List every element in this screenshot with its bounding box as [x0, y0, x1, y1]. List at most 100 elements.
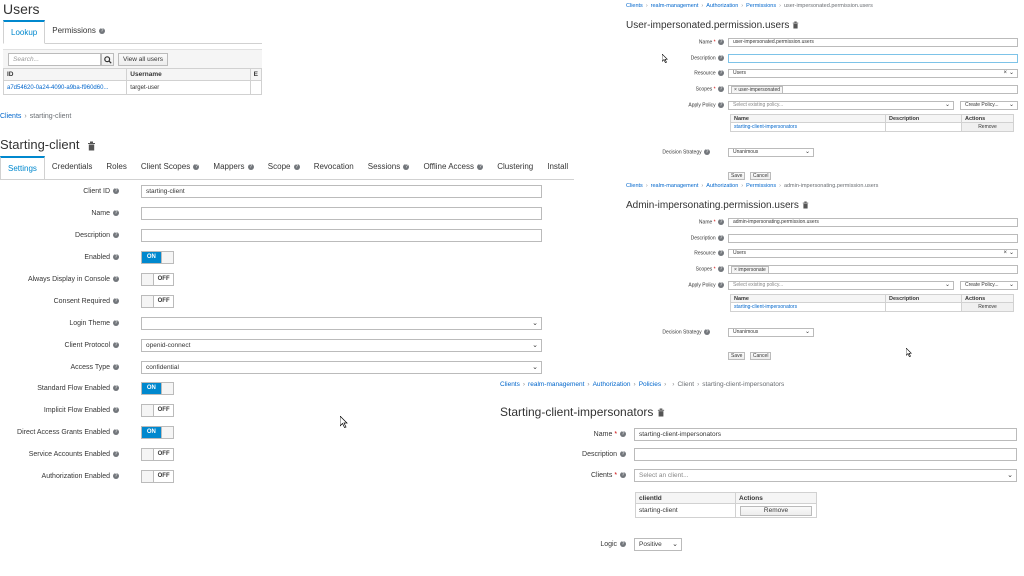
clear-icon[interactable]: ×	[1003, 70, 1007, 77]
tab-client-scopes[interactable]: Client Scopes ?	[134, 156, 207, 179]
trash-icon[interactable]	[802, 201, 809, 209]
remove-button[interactable]: Remove	[740, 505, 812, 516]
breadcrumb-authorization[interactable]: Authorization	[593, 381, 631, 388]
remove-button[interactable]: Remove	[978, 304, 997, 310]
tab-revocation[interactable]: Revocation	[307, 156, 361, 179]
label-text: Authorization Enabled	[41, 473, 111, 480]
trash-icon[interactable]	[87, 141, 96, 151]
authorization-toggle[interactable]: OFF	[141, 470, 174, 483]
breadcrumb-realm-management[interactable]: realm-management	[528, 381, 584, 388]
tab-install[interactable]: Install	[540, 156, 574, 179]
description-input[interactable]	[728, 234, 1018, 243]
name-input[interactable]	[141, 207, 542, 220]
save-button[interactable]: Save	[728, 352, 746, 360]
tab-permissions[interactable]: Permissions ?	[45, 20, 112, 43]
breadcrumb-policies[interactable]: Policies	[639, 381, 661, 388]
label-text: Always Display in Console	[27, 276, 111, 283]
trash-icon[interactable]	[792, 21, 799, 29]
remove-button[interactable]: Remove	[978, 124, 997, 130]
label-text: Standard Flow Enabled	[37, 385, 111, 392]
permission-title: User-impersonated.permission.users	[626, 20, 799, 31]
service-accounts-toggle[interactable]: OFF	[141, 448, 174, 461]
breadcrumb-authorization[interactable]: Authorization	[706, 3, 738, 9]
label-text: Implicit Flow Enabled	[43, 407, 111, 414]
create-policy-select[interactable]: Create Policy... ⌄	[960, 281, 1018, 290]
description-input[interactable]	[141, 229, 542, 242]
tab-scope[interactable]: Scope ?	[261, 156, 307, 179]
label-text: Decision Strategy	[662, 149, 702, 156]
field-label: Description ?	[0, 232, 127, 239]
policy-link[interactable]: starting-client-impersonators	[730, 302, 886, 312]
client-id-input[interactable]: starting-client	[141, 185, 542, 198]
policy-select[interactable]: Select existing policy... ⌄	[728, 281, 954, 290]
name-input[interactable]: starting-client-impersonators	[634, 428, 1017, 441]
cancel-button[interactable]: Cancel	[749, 352, 772, 360]
tab-mappers[interactable]: Mappers ?	[206, 156, 260, 179]
tab-roles[interactable]: Roles	[99, 156, 133, 179]
scopes-input[interactable]: × impersonate	[728, 265, 1018, 274]
tab-sessions[interactable]: Sessions ?	[361, 156, 417, 179]
tab-lookup[interactable]: Lookup	[3, 20, 46, 44]
create-policy-select[interactable]: Create Policy... ⌄	[960, 101, 1018, 110]
toggle-off-label: OFF	[157, 298, 170, 304]
tab-offline-access[interactable]: Offline Access ?	[416, 156, 490, 179]
trash-icon[interactable]	[657, 408, 665, 417]
breadcrumb-clients[interactable]: Clients	[626, 183, 643, 189]
clients-select[interactable]: Select an client... ⌄	[634, 469, 1017, 482]
always-display-toggle[interactable]: OFF	[141, 273, 174, 286]
label-text: Consent Required	[53, 298, 111, 305]
name-input[interactable]: user-impersonated.permission.users	[728, 38, 1018, 47]
breadcrumb-permissions[interactable]: Permissions	[746, 3, 776, 9]
breadcrumb-realm-management[interactable]: realm-management	[651, 183, 699, 189]
breadcrumb-permissions[interactable]: Permissions	[746, 183, 776, 189]
tab-settings[interactable]: Settings	[0, 156, 45, 179]
policy-link[interactable]: starting-client-impersonators	[730, 122, 886, 132]
name-input[interactable]: admin-impersonating.permission.users	[728, 218, 1018, 227]
save-button[interactable]: Save	[728, 172, 746, 180]
consent-required-toggle[interactable]: OFF	[141, 295, 174, 308]
tab-credentials[interactable]: Credentials	[45, 156, 99, 179]
toggle-on-label: ON	[142, 252, 161, 263]
column-header: Description	[885, 114, 962, 123]
scope-chip[interactable]: × impersonate	[731, 266, 769, 273]
field-label: Scopes * ?	[695, 86, 724, 93]
direct-access-toggle[interactable]: ON	[141, 426, 174, 439]
scopes-input[interactable]: × user-impersonated	[728, 85, 1018, 94]
access-type-select[interactable]: confidential ⌄	[141, 361, 542, 374]
search-button[interactable]	[101, 53, 114, 66]
cancel-button[interactable]: Cancel	[749, 172, 772, 180]
client-protocol-select[interactable]: openid-connect ⌄	[141, 339, 542, 352]
label-text: Access Type	[70, 364, 111, 371]
description-input[interactable]	[634, 448, 1017, 461]
chevron-down-icon: ⌄	[1008, 282, 1014, 288]
toggle-off-label: OFF	[157, 276, 170, 282]
view-all-users-button[interactable]: View all users	[118, 53, 168, 66]
breadcrumb-clients[interactable]: Clients	[0, 113, 21, 120]
standard-flow-toggle[interactable]: ON	[141, 382, 174, 395]
mouse-cursor-icon	[340, 416, 348, 428]
search-input[interactable]: Search...	[8, 53, 101, 66]
help-icon: ?	[113, 232, 119, 239]
decision-strategy-select[interactable]: Unanimous ⌄	[728, 148, 814, 157]
login-theme-select[interactable]: ⌄	[141, 317, 542, 330]
policy-select[interactable]: Select existing policy... ⌄	[728, 101, 954, 110]
description-input[interactable]	[728, 54, 1018, 63]
resource-select[interactable]: Users × ⌄	[728, 69, 1018, 78]
breadcrumb-clients[interactable]: Clients	[500, 381, 520, 388]
clear-icon[interactable]: ×	[1003, 250, 1007, 257]
tab-clustering[interactable]: Clustering	[490, 156, 540, 179]
help-icon: ?	[620, 472, 626, 479]
permission-panel-1: Clients › realm-management › Authorization › P…	[626, 0, 1024, 180]
scope-chip[interactable]: × user-impersonated	[731, 86, 783, 93]
logic-select[interactable]: Positive ⌄	[634, 538, 682, 551]
enabled-toggle[interactable]: ON	[141, 251, 174, 264]
user-id-link[interactable]: a7d54620-0a24-4090-a9ba-f960d60...	[2, 80, 128, 95]
breadcrumb-clients[interactable]: Clients	[626, 3, 643, 9]
field-label: Always Display in Console ?	[0, 276, 127, 283]
implicit-flow-toggle[interactable]: OFF	[141, 404, 174, 417]
breadcrumb-realm-management[interactable]: realm-management	[651, 3, 699, 9]
resource-select[interactable]: Users × ⌄	[728, 249, 1018, 258]
actions-cell: Remove	[735, 503, 817, 518]
breadcrumb-authorization[interactable]: Authorization	[706, 183, 738, 189]
decision-strategy-select[interactable]: Unanimous ⌄	[728, 328, 814, 337]
